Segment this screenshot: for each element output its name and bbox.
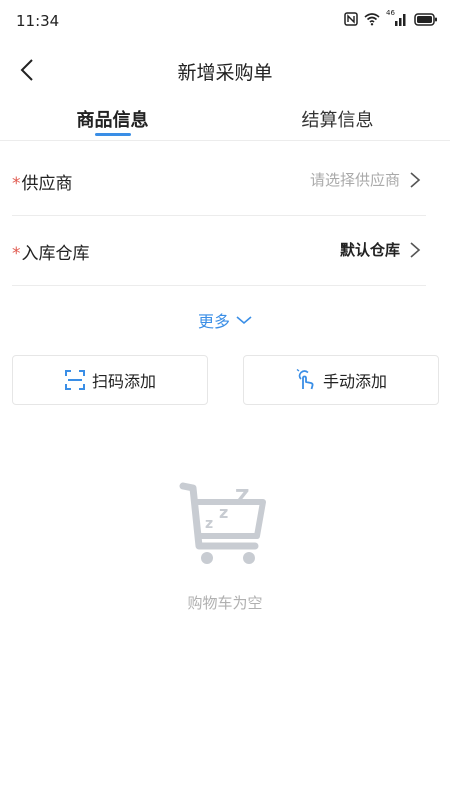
required-mark: * [12, 244, 21, 264]
battery-icon [414, 12, 437, 26]
warehouse-value: 默认仓库 [339, 241, 400, 259]
svg-text:z: z [219, 503, 228, 522]
warehouse-row[interactable]: *入库仓库 默认仓库 [12, 215, 426, 286]
sleeping-cart-icon: z z Z [179, 482, 266, 564]
chevron-down-icon [236, 316, 252, 325]
scan-add-label: 扫码添加 [91, 372, 156, 391]
tab-settlement-info[interactable]: 结算信息 [225, 106, 450, 132]
tab-bar: 商品信息 结算信息 [0, 100, 450, 141]
status-icons: 46 [344, 9, 438, 26]
more-toggle[interactable]: 更多 [0, 308, 450, 332]
tab-active-indicator [95, 133, 131, 136]
svg-text:Z: Z [235, 485, 250, 509]
required-mark: * [12, 174, 21, 194]
supplier-label: *供应商 [12, 169, 73, 194]
nav-bar: 新增采购单 [0, 48, 450, 92]
page-title: 新增采购单 [177, 62, 273, 84]
tab-goods-info[interactable]: 商品信息 [0, 106, 225, 132]
supplier-label-text: 供应商 [21, 174, 73, 194]
manual-add-button[interactable]: 手动添加 [243, 355, 439, 405]
supplier-placeholder: 请选择供应商 [309, 171, 400, 189]
chevron-right-icon [410, 242, 421, 258]
supplier-row[interactable]: *供应商 请选择供应商 [12, 145, 426, 216]
chevron-right-icon [410, 172, 421, 188]
svg-text:z: z [205, 516, 213, 532]
scan-add-button[interactable]: 扫码添加 [12, 355, 208, 405]
more-label: 更多 [197, 312, 230, 331]
scan-icon [64, 370, 85, 390]
empty-cart-text: 购物车为空 [187, 594, 263, 612]
hand-tap-icon [296, 369, 314, 390]
nfc-icon [344, 12, 358, 26]
manual-add-label: 手动添加 [322, 372, 387, 391]
warehouse-label: *入库仓库 [12, 239, 90, 264]
status-time: 11:34 [16, 12, 60, 30]
signal-icon: 46 [386, 9, 408, 26]
warehouse-label-text: 入库仓库 [21, 244, 90, 264]
status-bar: 11:34 46 [0, 0, 450, 40]
wifi-icon [364, 13, 380, 26]
empty-state: z z Z 购物车为空 [0, 480, 450, 613]
